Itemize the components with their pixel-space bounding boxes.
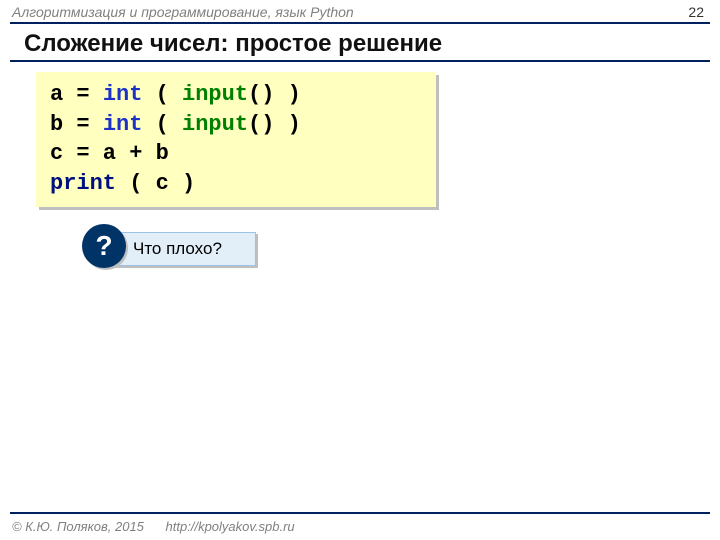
question-mark-icon: ? — [82, 224, 126, 268]
code-block: a = int ( input() ) b = int ( input() ) … — [36, 72, 436, 207]
code-var: b — [50, 112, 63, 137]
page-number: 22 — [688, 4, 704, 20]
page-title: Сложение чисел: простое решение — [24, 30, 442, 58]
code-kw-input: input — [182, 82, 248, 107]
code-tail: () ) — [248, 82, 301, 107]
code-kw-int: int — [103, 82, 143, 107]
footer-url: http://kpolyakov.spb.ru — [166, 519, 295, 534]
code-tail: ( c ) — [116, 171, 195, 196]
question-box: Что плохо? — [112, 232, 256, 266]
code-paren: ( — [156, 82, 169, 107]
code-paren: ( — [156, 112, 169, 137]
code-line-4: print ( c ) — [50, 169, 422, 199]
slide: Алгоритмизация и программирование, язык … — [0, 0, 720, 540]
code-op: = — [76, 82, 89, 107]
rule-title — [10, 60, 710, 62]
code-var: a — [50, 82, 63, 107]
footer-credit: © К.Ю. Поляков, 2015 — [12, 519, 144, 534]
code-op: = — [76, 112, 89, 137]
footer: © К.Ю. Поляков, 2015 http://kpolyakov.sp… — [12, 519, 295, 534]
header: Алгоритмизация и программирование, язык … — [12, 4, 704, 20]
code-kw-int: int — [103, 112, 143, 137]
code-kw-print: print — [50, 171, 116, 196]
code-line-1: a = int ( input() ) — [50, 80, 422, 110]
code-kw-input: input — [182, 112, 248, 137]
code-tail: () ) — [248, 112, 301, 137]
code-line-3: c = a + b — [50, 139, 422, 169]
course-title: Алгоритмизация и программирование, язык … — [12, 4, 354, 20]
rule-top — [10, 22, 710, 24]
code-line-2: b = int ( input() ) — [50, 110, 422, 140]
question-text: Что плохо? — [133, 239, 222, 259]
rule-bottom — [10, 512, 710, 514]
question-mark: ? — [95, 230, 112, 262]
